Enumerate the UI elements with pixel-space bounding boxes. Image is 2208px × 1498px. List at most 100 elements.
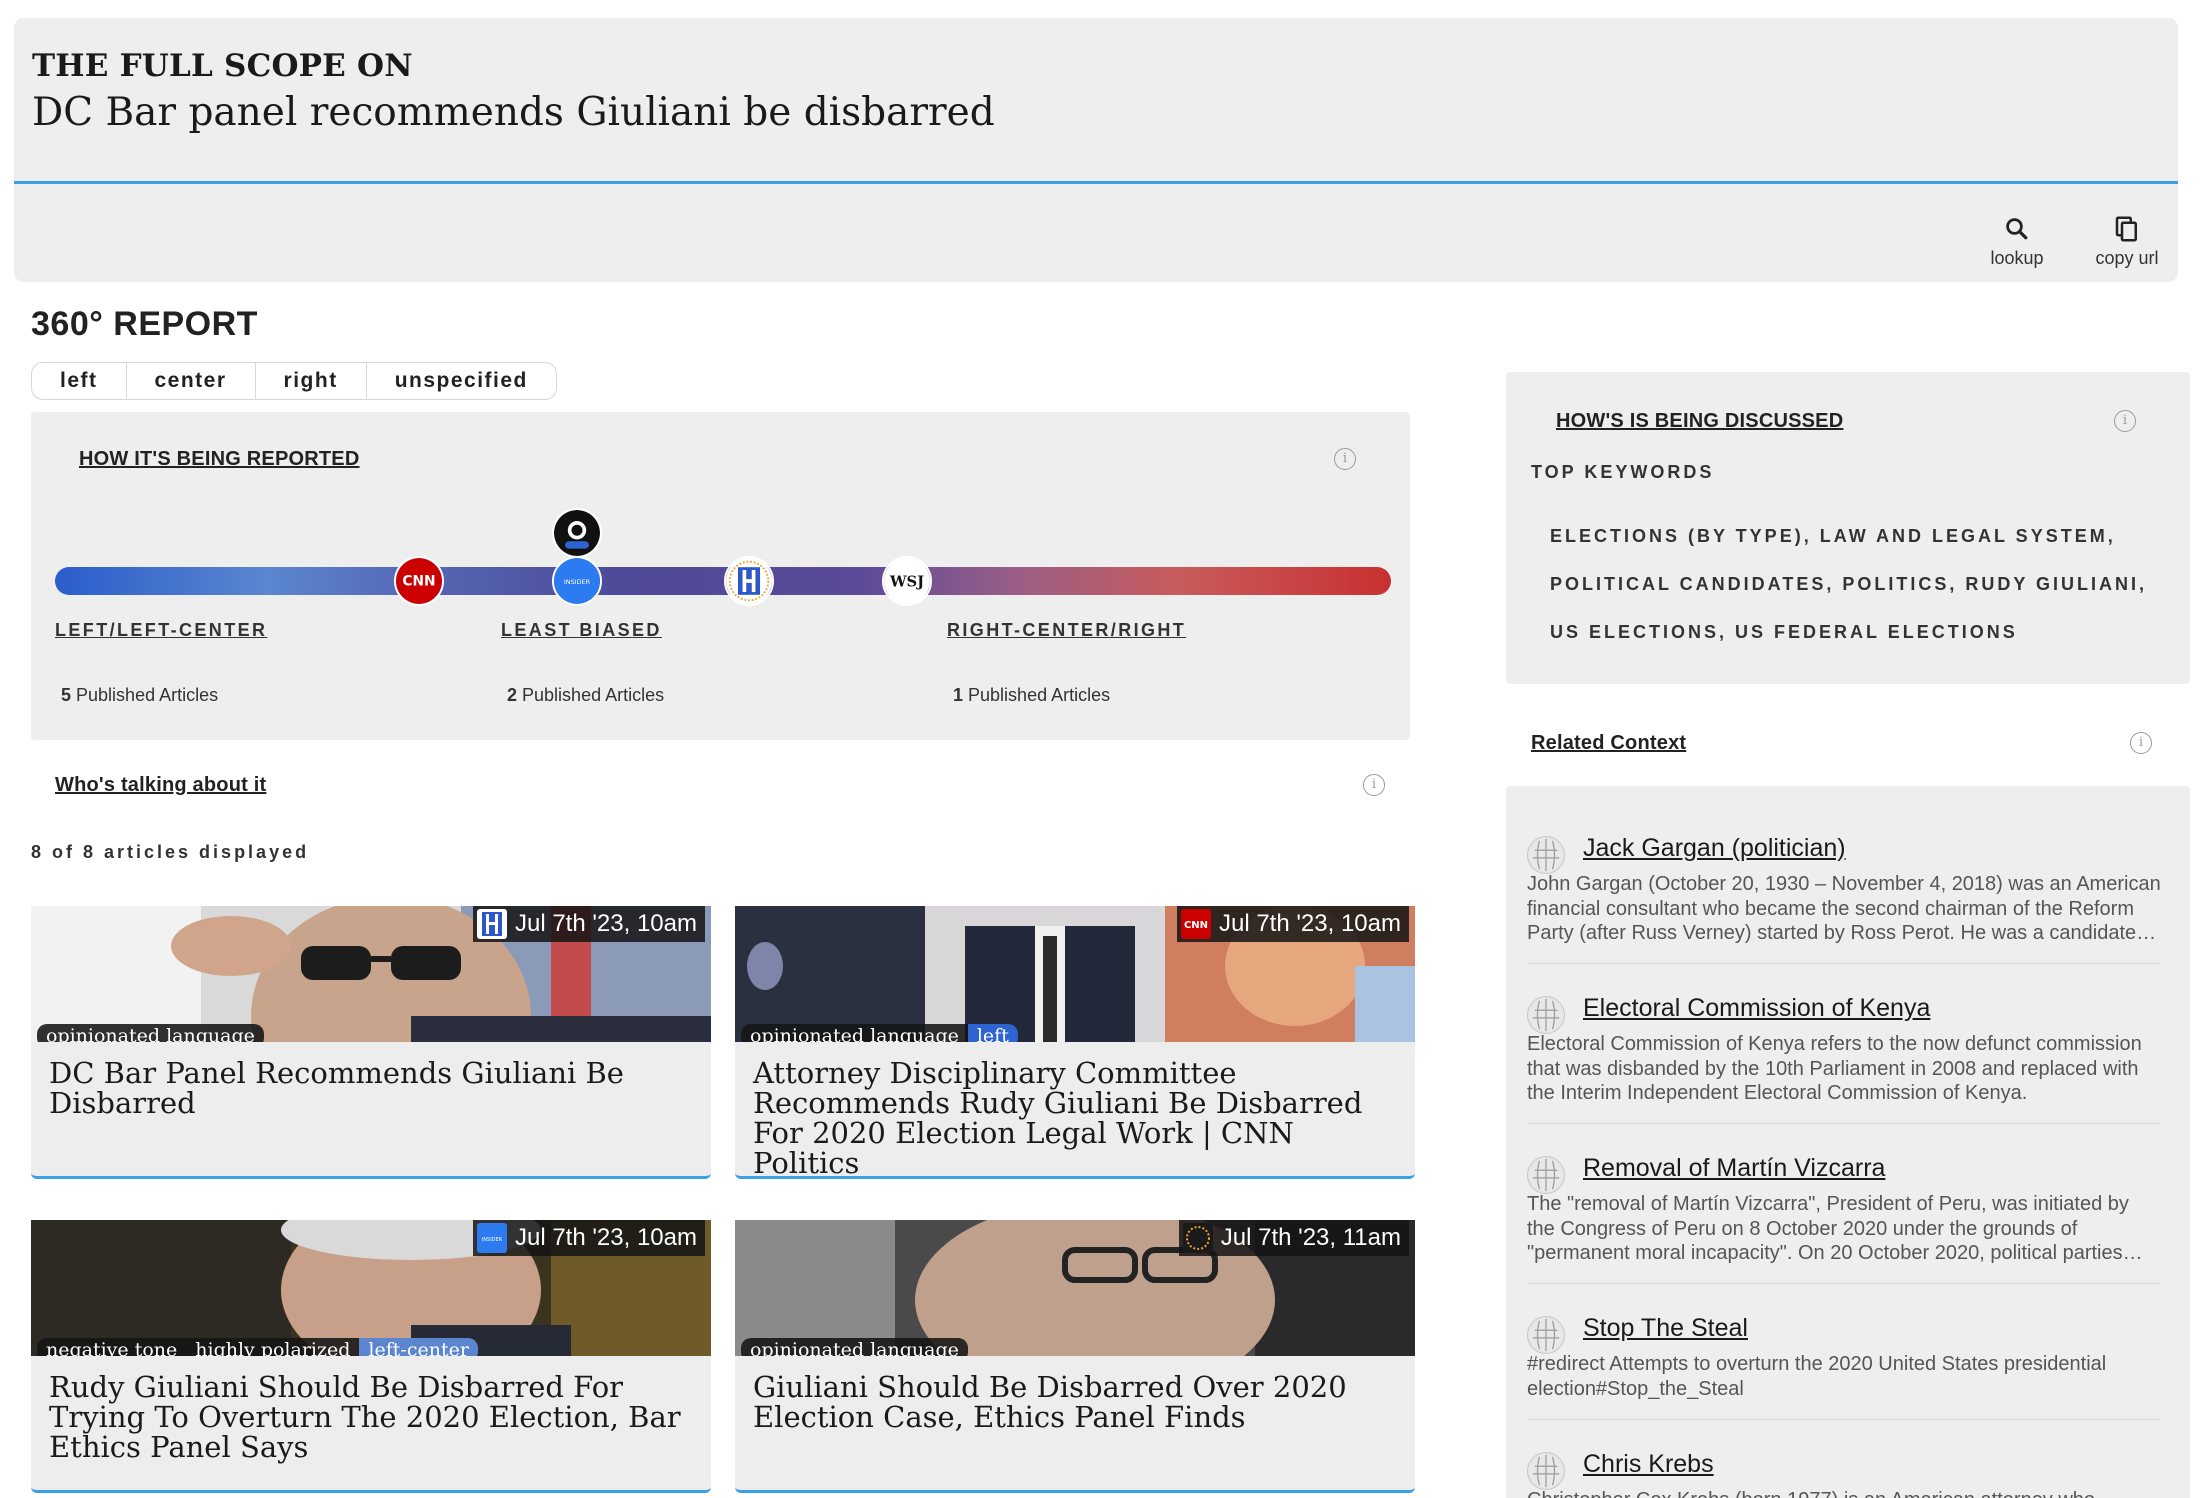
- copy-url-label: copy url: [2095, 248, 2159, 268]
- article-tags: opinionated language: [37, 1024, 264, 1042]
- bias-filter-tabs: left center right unspecified: [31, 362, 557, 400]
- related-item-description: John Gargan (October 20, 1930 – November…: [1527, 873, 2161, 944]
- related-context-panel: Jack Gargan (politician) John Gargan (Oc…: [1506, 786, 2190, 1498]
- info-icon[interactable]: i: [1363, 774, 1385, 796]
- center-article-count: 2 Published Articles: [507, 685, 665, 705]
- topic-header: THE FULL SCOPE ON DC Bar panel recommend…: [14, 18, 2178, 282]
- tag-bias-left-center: left-center: [359, 1338, 478, 1356]
- region-left-label[interactable]: LEFT/LEFT-CENTER: [55, 620, 267, 641]
- related-item-description: Electoral Commission of Kenya refers to …: [1527, 1033, 2142, 1104]
- region-center-label[interactable]: LEAST BIASED: [501, 620, 662, 641]
- page-title: DC Bar panel recommends Giuliani be disb…: [32, 90, 995, 135]
- divider: [1527, 963, 2161, 964]
- whos-talking-link[interactable]: Who's talking about it: [55, 774, 266, 797]
- article-date-badge: CNN Jul 7th '23, 10am: [1176, 906, 1409, 942]
- related-item[interactable]: Electoral Commission of Kenya Electoral …: [1527, 994, 2161, 1124]
- tab-center[interactable]: center: [127, 363, 256, 399]
- keywords-list: ELECTIONS (BY TYPE), LAW AND LEGAL SYSTE…: [1550, 526, 2148, 642]
- how-reported-panel: HOW IT'S BEING REPORTED i CNN INSIDER WS…: [31, 412, 1410, 740]
- header-title-area: THE FULL SCOPE ON DC Bar panel recommend…: [14, 18, 2178, 184]
- copy-icon: [2115, 216, 2137, 242]
- article-card[interactable]: CNN Jul 7th '23, 10am opinionated langua…: [735, 906, 1415, 1179]
- related-item-title[interactable]: Removal of Martín Vizcarra: [1583, 1154, 1885, 1183]
- articles-displayed-count: 8 of 8 articles displayed: [31, 842, 310, 862]
- divider: [1527, 1419, 2161, 1420]
- tab-unspecified[interactable]: unspecified: [367, 363, 556, 399]
- tab-left[interactable]: left: [32, 363, 127, 399]
- article-title[interactable]: Attorney Disciplinary Committee Recommen…: [753, 1058, 1403, 1178]
- svg-text:CNN: CNN: [402, 574, 435, 590]
- article-thumbnail: Jul 7th '23, 11am opinionated language: [735, 1220, 1415, 1356]
- article-date-badge: Jul 7th '23, 11am: [1178, 1220, 1409, 1256]
- related-item[interactable]: Jack Gargan (politician) John Gargan (Oc…: [1527, 834, 2161, 964]
- article-tags: opinionated language left: [741, 1024, 1018, 1042]
- related-item-title[interactable]: Stop The Steal: [1583, 1314, 1748, 1343]
- tag-negative-tone: negative tone: [37, 1338, 187, 1356]
- divider: [1527, 1123, 2161, 1124]
- related-item-description: Christopher Cox Krebs (born 1977) is an …: [1527, 1488, 2161, 1498]
- info-icon[interactable]: i: [2114, 410, 2136, 432]
- region-right-label[interactable]: RIGHT-CENTER/RIGHT: [947, 620, 1186, 641]
- wsj-logo-icon[interactable]: WSJ: [882, 556, 932, 606]
- info-icon[interactable]: i: [2130, 732, 2152, 754]
- left-article-count: 5 Published Articles: [61, 685, 219, 705]
- how-discussed-panel: HOW'S IS BEING DISCUSSED i TOP KEYWORDS …: [1506, 372, 2190, 684]
- article-tags: negative tone highly polarized left-cent…: [37, 1338, 478, 1356]
- divider: [1527, 1283, 2161, 1284]
- related-item[interactable]: Stop The Steal #redirect Attempts to ove…: [1527, 1314, 2161, 1420]
- top-keywords-label: TOP KEYWORDS: [1531, 462, 1715, 482]
- insider-logo-icon: INSIDER: [476, 1223, 507, 1253]
- report-title: 360° REPORT: [31, 305, 258, 343]
- tag-opinionated: opinionated language: [741, 1338, 968, 1356]
- svg-text:WSJ: WSJ: [889, 574, 924, 591]
- article-card[interactable]: INSIDER Jul 7th '23, 10am negative tone …: [31, 1220, 711, 1493]
- article-card[interactable]: Jul 7th '23, 11am opinionated language G…: [735, 1220, 1415, 1493]
- search-icon: [2006, 218, 2028, 240]
- tab-right[interactable]: right: [256, 363, 367, 399]
- bias-spectrum-bar: [55, 567, 1391, 595]
- cnn-logo-icon: CNN: [1180, 909, 1211, 939]
- article-title[interactable]: Giuliani Should Be Disbarred Over 2020 E…: [753, 1372, 1403, 1432]
- scope-label: THE FULL SCOPE ON: [32, 48, 413, 84]
- tag-opinionated: opinionated language: [37, 1024, 264, 1042]
- right-article-count: 1 Published Articles: [953, 685, 1111, 705]
- article-date-badge: INSIDER Jul 7th '23, 10am: [472, 1220, 705, 1256]
- article-thumbnail: CNN Jul 7th '23, 10am opinionated langua…: [735, 906, 1415, 1042]
- huffpost-logo-icon: [476, 909, 507, 939]
- lookup-button[interactable]: lookup: [1962, 214, 2072, 274]
- related-item-title[interactable]: Chris Krebs: [1583, 1450, 1714, 1479]
- svg-text:INSIDER: INSIDER: [482, 1237, 503, 1243]
- article-tags: opinionated language: [741, 1338, 968, 1356]
- related-context-link[interactable]: Related Context: [1531, 732, 1686, 755]
- how-discussed-link[interactable]: HOW'S IS BEING DISCUSSED: [1556, 410, 1843, 433]
- wikipedia-icon: [1527, 996, 1565, 1034]
- article-date-badge: Jul 7th '23, 10am: [472, 906, 705, 942]
- related-item-title[interactable]: Jack Gargan (politician): [1583, 834, 1846, 863]
- tag-opinionated: opinionated language: [741, 1024, 968, 1042]
- info-icon[interactable]: i: [1334, 448, 1356, 470]
- article-title[interactable]: Rudy Giuliani Should Be Disbarred For Tr…: [49, 1372, 699, 1462]
- svg-text:CNN: CNN: [1184, 920, 1208, 931]
- related-item-description: The "removal of Martín Vizcarra", Presid…: [1527, 1193, 2129, 1264]
- article-title[interactable]: DC Bar Panel Recommends Giuliani Be Disb…: [49, 1058, 699, 1118]
- related-item[interactable]: Chris Krebs Christopher Cox Krebs (born …: [1527, 1450, 2161, 1498]
- related-item-title[interactable]: Electoral Commission of Kenya: [1583, 994, 1930, 1023]
- article-thumbnail: INSIDER Jul 7th '23, 10am negative tone …: [31, 1220, 711, 1356]
- cnn-logo-icon[interactable]: CNN: [394, 556, 444, 606]
- wikipedia-icon: [1527, 1316, 1565, 1354]
- how-reported-link[interactable]: HOW IT'S BEING REPORTED: [79, 448, 359, 471]
- copy-url-button[interactable]: copy url: [2072, 214, 2178, 274]
- wikipedia-icon: [1527, 1156, 1565, 1194]
- wikipedia-icon: [1527, 836, 1565, 874]
- related-item-description: #redirect Attempts to overturn the 2020 …: [1527, 1353, 2107, 1400]
- wikipedia-icon: [1527, 1452, 1565, 1490]
- insider-logo-icon[interactable]: INSIDER: [552, 556, 602, 606]
- lookup-label: lookup: [1990, 248, 2044, 268]
- related-item[interactable]: Removal of Martín Vizcarra The "removal …: [1527, 1154, 2161, 1284]
- huffpost-logo-icon[interactable]: [724, 556, 774, 606]
- user-avatar-icon[interactable]: [552, 508, 602, 558]
- abc-news-logo-icon: [1182, 1223, 1213, 1253]
- tag-highly-polarized: highly polarized: [186, 1338, 360, 1356]
- article-card[interactable]: Jul 7th '23, 10am opinionated language D…: [31, 906, 711, 1179]
- svg-text:INSIDER: INSIDER: [564, 578, 591, 586]
